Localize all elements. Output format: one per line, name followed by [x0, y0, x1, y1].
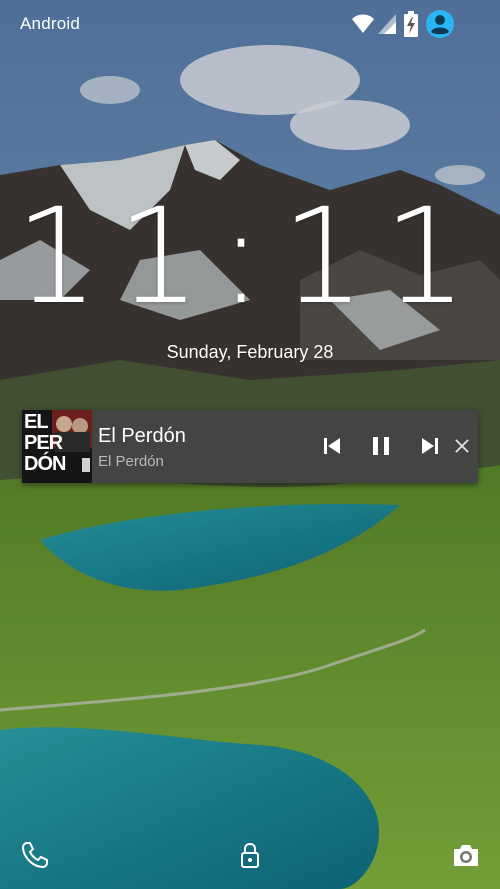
- carrier-label: Android: [20, 14, 80, 33]
- media-notification[interactable]: EL PER DÓN El Perdón El Perdón: [22, 410, 478, 483]
- battery-charging-icon: [404, 11, 418, 37]
- album-art-text-1: EL: [24, 411, 49, 433]
- status-icons: [348, 10, 488, 40]
- skip-next-button[interactable]: [414, 430, 446, 462]
- camera-icon: [454, 845, 478, 866]
- pause-icon: [373, 437, 389, 455]
- camera-shortcut-button[interactable]: [451, 840, 481, 870]
- user-avatar-icon[interactable]: [426, 10, 454, 38]
- wifi-icon: [352, 14, 374, 33]
- skip-previous-button[interactable]: [316, 430, 348, 462]
- status-bar: Android: [0, 0, 500, 50]
- dismiss-button[interactable]: [448, 430, 476, 462]
- skip-next-icon: [422, 438, 438, 454]
- lock-icon: [241, 842, 259, 868]
- unlock-button[interactable]: [235, 840, 265, 870]
- phone-shortcut-button[interactable]: [20, 840, 50, 870]
- track-artist: El Perdón: [98, 453, 164, 470]
- album-art-text-2: PER: [24, 432, 63, 454]
- close-icon: [455, 439, 469, 453]
- skip-previous-icon: [324, 438, 340, 454]
- phone-icon: [21, 842, 48, 869]
- track-title: El Perdón: [98, 425, 186, 447]
- cellular-signal-icon: [378, 14, 396, 34]
- pause-button[interactable]: [365, 430, 397, 462]
- album-art: EL PER DÓN: [22, 410, 92, 483]
- album-art-text-3: DÓN: [24, 453, 66, 475]
- lockscreen-date: Sunday, February 28: [166, 342, 334, 362]
- lockscreen-clock: 11:11: [14, 180, 486, 334]
